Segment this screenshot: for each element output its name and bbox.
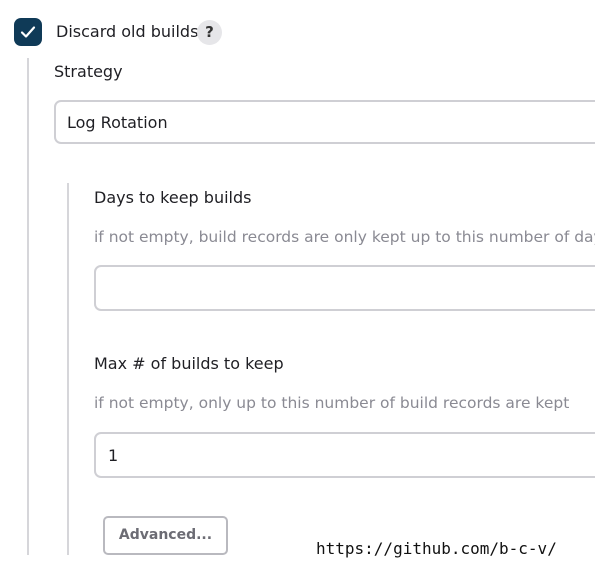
days-to-keep-label: Days to keep builds <box>94 188 252 207</box>
section-divider <box>27 58 29 555</box>
days-to-keep-input[interactable] <box>94 265 595 311</box>
max-builds-label: Max # of builds to keep <box>94 354 284 373</box>
max-builds-value: 1 <box>108 446 119 465</box>
checkmark-icon <box>20 25 36 39</box>
question-mark-icon[interactable]: ? <box>197 20 222 45</box>
watermark-text: https://github.com/b-c-v/ <box>316 539 557 558</box>
build-discarder-section: Discard old builds ? Strategy Log Rotati… <box>0 0 595 561</box>
strategy-label: Strategy <box>54 62 123 81</box>
discard-old-builds-checkbox[interactable] <box>14 18 42 46</box>
advanced-button[interactable]: Advanced... <box>103 516 228 555</box>
days-to-keep-help-text: if not empty, build records are only kep… <box>94 228 595 246</box>
strategy-select-value: Log Rotation <box>67 113 168 132</box>
discard-old-builds-label[interactable]: Discard old builds <box>56 22 198 42</box>
max-builds-input[interactable]: 1 <box>94 432 595 478</box>
nested-section-divider <box>67 183 69 555</box>
strategy-select[interactable]: Log Rotation <box>54 100 595 144</box>
max-builds-help-text: if not empty, only up to this number of … <box>94 394 570 412</box>
